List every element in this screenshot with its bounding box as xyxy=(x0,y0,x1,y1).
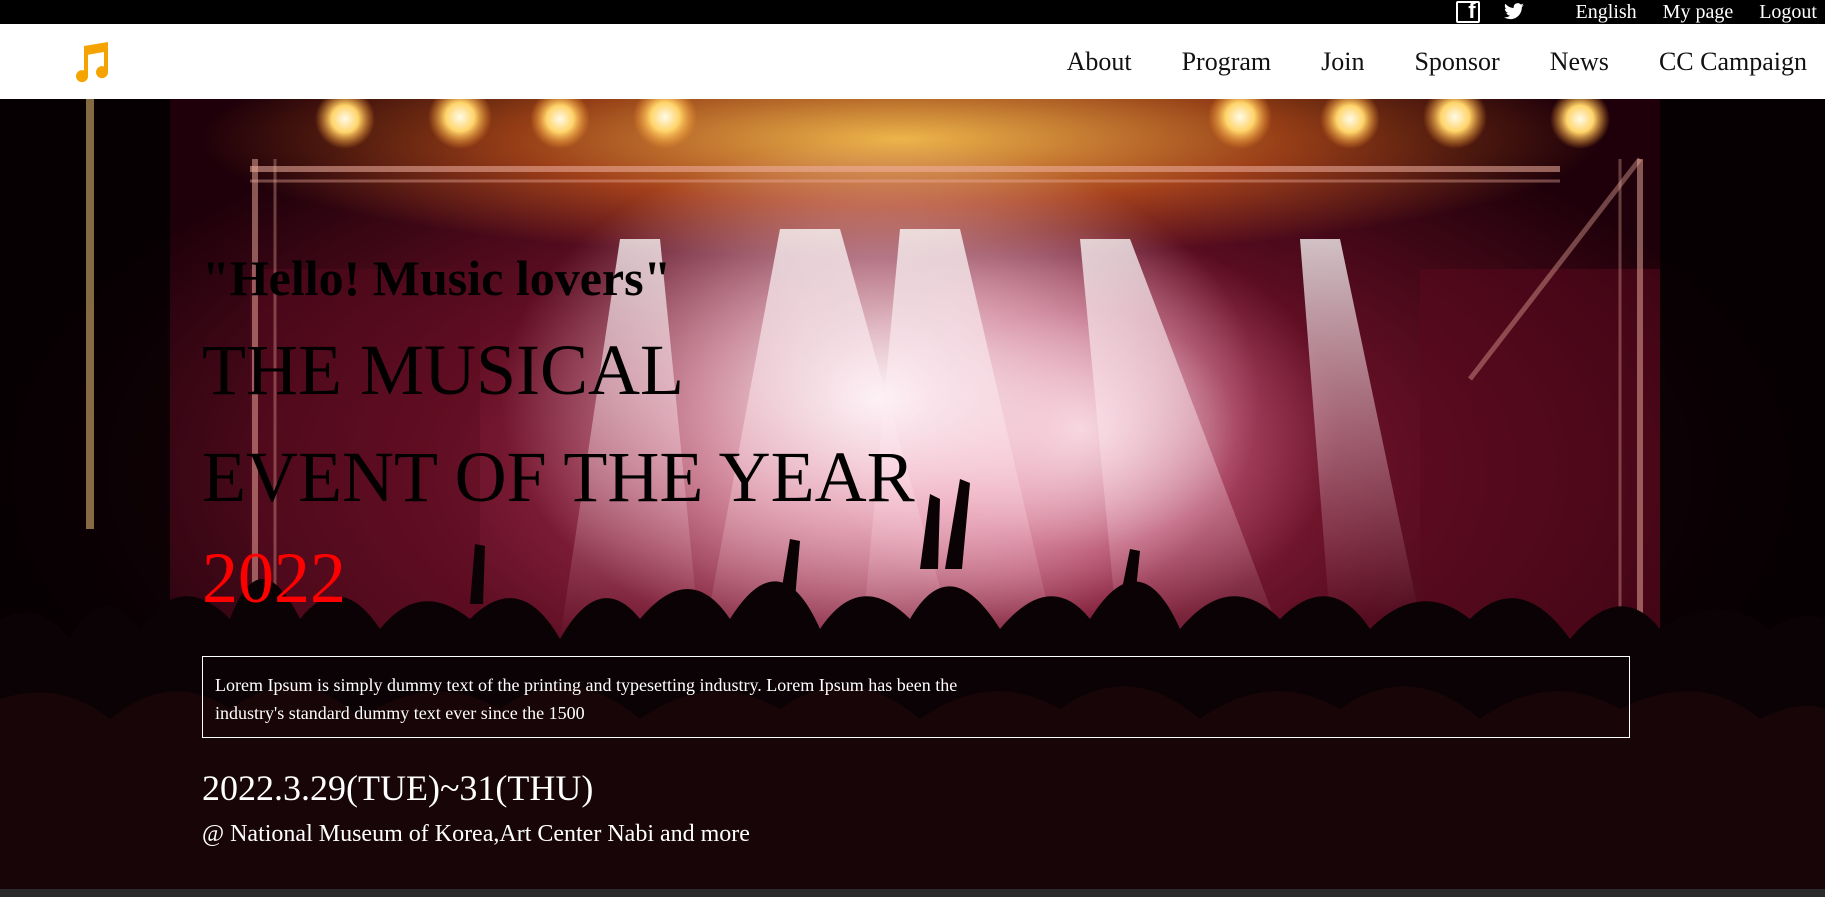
facebook-link[interactable]: f xyxy=(1454,0,1482,24)
twitter-link[interactable] xyxy=(1500,0,1528,24)
twitter-icon xyxy=(1503,3,1524,20)
my-page-link[interactable]: My page xyxy=(1663,1,1734,24)
music-note-icon[interactable] xyxy=(72,40,112,84)
nav-item-sponsor[interactable]: Sponsor xyxy=(1414,47,1499,77)
nav-item-news[interactable]: News xyxy=(1550,47,1609,77)
language-link[interactable]: English xyxy=(1576,1,1637,24)
nav-item-about[interactable]: About xyxy=(1067,47,1132,77)
event-venue: @ National Museum of Korea,Art Center Na… xyxy=(202,821,750,847)
nav-menu: About Program Join Sponsor News CC Campa… xyxy=(1017,47,1807,77)
page-bottom-strip xyxy=(0,889,1825,897)
nav-item-program[interactable]: Program xyxy=(1182,47,1272,77)
hero-description: Lorem Ipsum is simply dummy text of the … xyxy=(215,675,958,723)
nav-item-join[interactable]: Join xyxy=(1321,47,1364,77)
hero-headline-line2: EVENT OF THE YEAR xyxy=(202,437,915,517)
hero-description-box: Lorem Ipsum is simply dummy text of the … xyxy=(202,656,1630,738)
hero-greeting: "Hello! Music lovers" xyxy=(202,250,672,306)
event-date: 2022.3.29(TUE)~31(THU) xyxy=(202,768,594,808)
facebook-icon: f xyxy=(1455,1,1480,23)
hero-banner: "Hello! Music lovers" THE MUSICAL EVENT … xyxy=(0,99,1825,889)
hero-headline-line1: THE MUSICAL xyxy=(202,330,684,410)
main-navbar: About Program Join Sponsor News CC Campa… xyxy=(0,24,1825,99)
logout-link[interactable]: Logout xyxy=(1759,1,1817,24)
hero-year: 2022 xyxy=(202,538,346,618)
top-utility-bar: f English My page Logout xyxy=(0,0,1825,24)
nav-item-cc-campaign[interactable]: CC Campaign xyxy=(1659,47,1807,77)
